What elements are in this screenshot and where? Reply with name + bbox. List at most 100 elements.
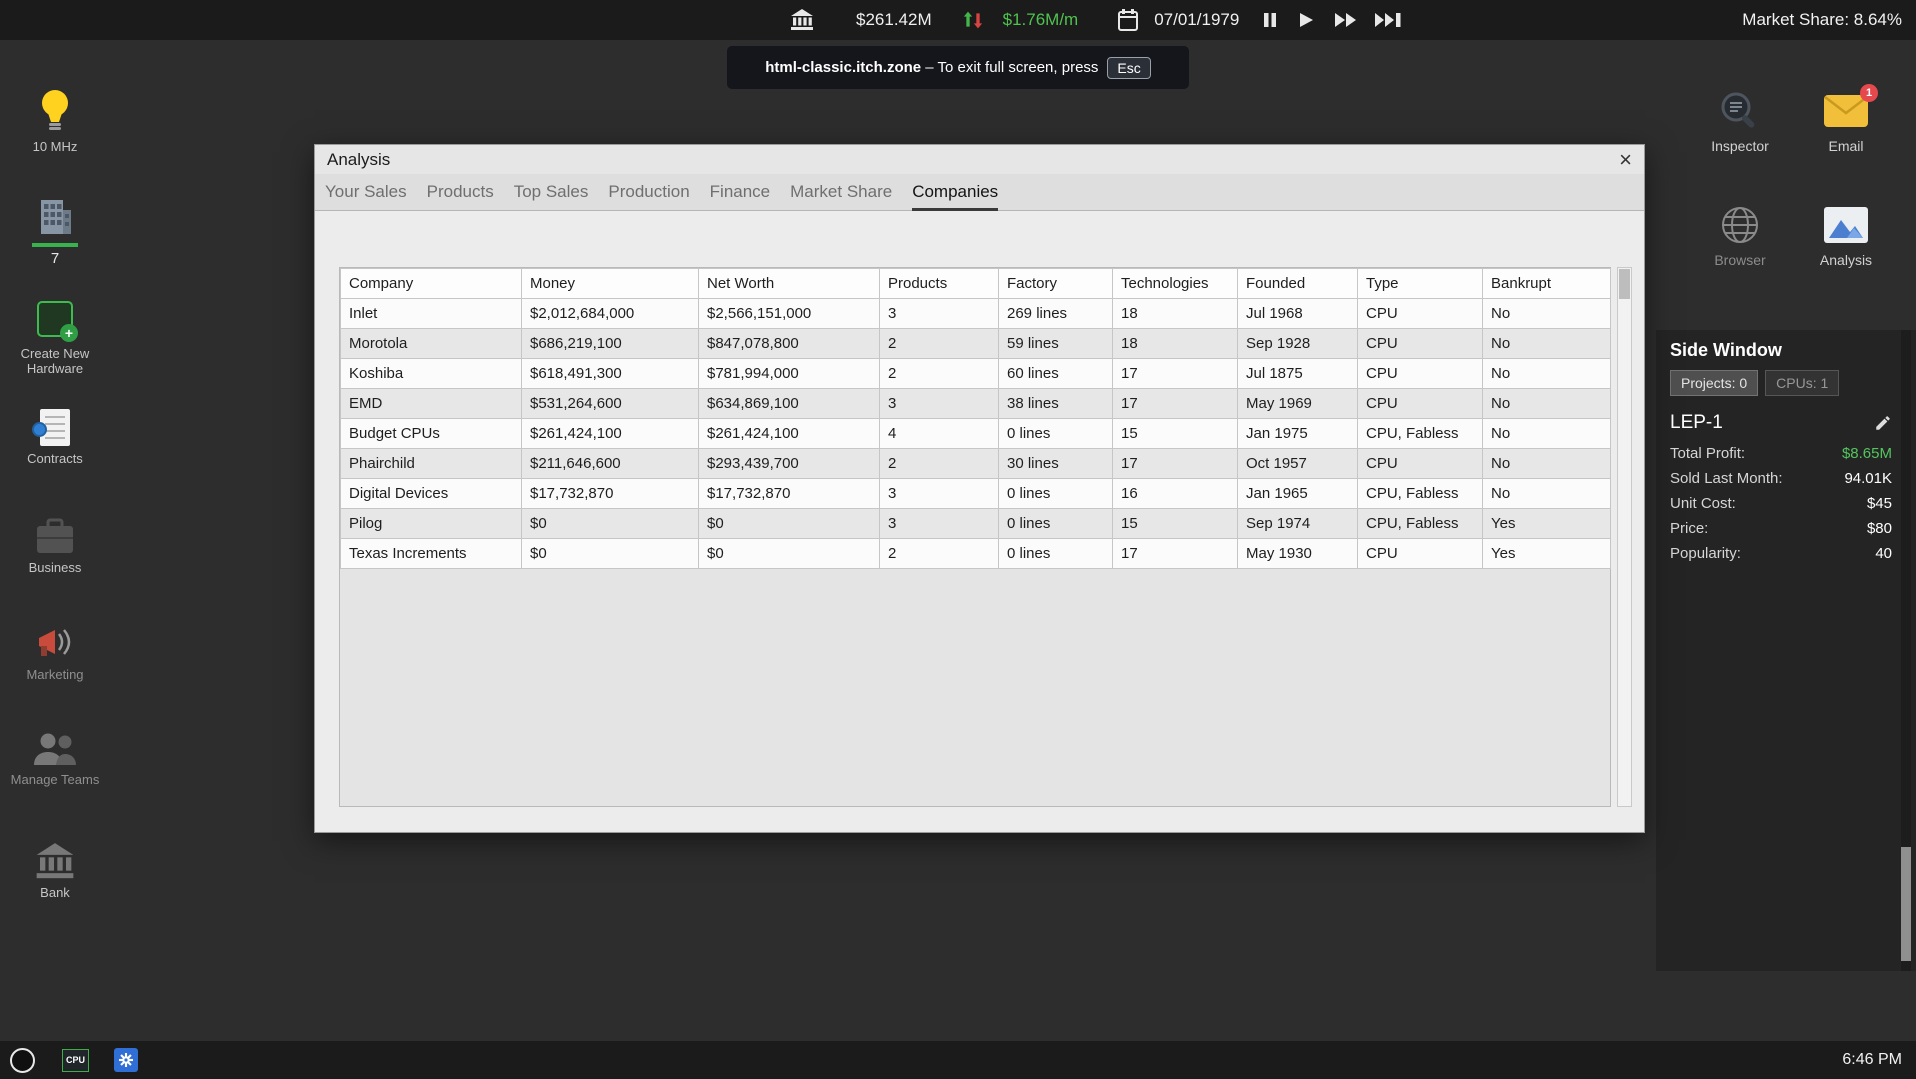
market-share-indicator: Market Share: 8.64% <box>1742 10 1902 29</box>
sidebar-item-label: Marketing <box>26 667 84 682</box>
tab-top-sales[interactable]: Top Sales <box>514 174 589 211</box>
cpus-filter-button[interactable]: CPUs: 1 <box>1765 370 1840 396</box>
stat-value: $80 <box>1866 520 1892 537</box>
bank-building-icon <box>0 843 110 880</box>
taskbar: CPU 6:46 PM <box>0 1041 1916 1079</box>
desktop-icon-browser[interactable]: Browser <box>1692 202 1788 268</box>
taskbar-clock: 6:46 PM <box>1842 1051 1902 1068</box>
edit-pencil-icon[interactable] <box>1874 414 1892 432</box>
desktop-icon-label: Email <box>1828 138 1864 154</box>
table-row: Budget CPUs $261,424,100 $261,424,100 4 0 li… <box>340 418 1611 449</box>
game-screen: $261.42M $1.76M/m 07/01/1979 Market Shar… <box>0 0 1916 1079</box>
taskbar-cpu-icon[interactable]: CPU <box>62 1048 89 1072</box>
sidebar-item-contracts[interactable]: Contracts <box>0 409 110 466</box>
email-envelope-icon: 1 <box>1798 84 1894 134</box>
lightbulb-icon <box>0 88 110 134</box>
column-header: Technologies <box>1112 268 1238 299</box>
stat-row: Popularity: 40 <box>1670 541 1892 566</box>
calendar-icon <box>1118 9 1139 31</box>
stat-value: 94.01K <box>1844 470 1892 487</box>
notice-message: – To exit full screen, press <box>925 59 1099 76</box>
tab-finance[interactable]: Finance <box>710 174 770 211</box>
fast-forward-button[interactable] <box>1334 12 1358 28</box>
top-status-bar: $261.42M $1.76M/m 07/01/1979 Market Shar… <box>0 0 1916 40</box>
column-header: Type <box>1357 268 1483 299</box>
tab-your-sales[interactable]: Your Sales <box>325 174 407 211</box>
game-date: 07/01/1979 <box>1154 10 1240 29</box>
table-row: Digital Devices $17,732,870 $17,732,870 3 0 … <box>340 478 1611 509</box>
window-title: Analysis <box>327 149 391 169</box>
stat-label: Sold Last Month: <box>1670 470 1783 487</box>
taskbar-settings-gear-icon[interactable] <box>114 1048 138 1072</box>
factory-count-label: 7 <box>50 250 60 267</box>
desktop-icon-inspector[interactable]: Inspector <box>1692 88 1788 154</box>
table-row: Inlet $2,012,684,000 $2,566,151,000 3 269 li… <box>340 298 1611 329</box>
new-hardware-icon: + <box>0 301 110 342</box>
side-window-panel: Side Window Projects: 0 CPUs: 1 LEP-1 To… <box>1656 330 1916 971</box>
side-window-scrollbar-thumb[interactable] <box>1901 847 1911 961</box>
income-arrows-icon <box>963 10 983 30</box>
column-header: Company <box>340 268 522 299</box>
briefcase-icon <box>0 518 110 555</box>
table-row: Morotola $686,219,100 $847,078,800 2 59 line… <box>340 328 1611 359</box>
side-window-scrollbar[interactable] <box>1901 330 1911 971</box>
desktop-icon-email[interactable]: 1 Email <box>1798 84 1894 154</box>
sidebar-item-bank[interactable]: Bank <box>0 843 110 900</box>
contracts-badge-icon <box>32 422 47 437</box>
table-row: Phairchild $211,646,600 $293,439,700 2 30 li… <box>340 448 1611 479</box>
email-unread-badge: 1 <box>1860 84 1878 102</box>
sidebar-item-create-new-hardware[interactable]: + Create New Hardware <box>0 301 110 376</box>
pause-button[interactable] <box>1263 12 1277 28</box>
side-window-title: Side Window <box>1670 340 1782 360</box>
stat-row: Sold Last Month: 94.01K <box>1670 466 1892 491</box>
stat-row: Unit Cost: $45 <box>1670 491 1892 516</box>
stat-label: Price: <box>1670 520 1709 537</box>
column-header: Products <box>879 268 999 299</box>
notice-domain: html-classic.itch.zone <box>765 59 922 76</box>
desktop-icon-analysis[interactable]: Analysis <box>1798 202 1894 268</box>
table-row: EMD $531,264,600 $634,869,100 3 38 lines 17 Ma… <box>340 388 1611 419</box>
column-header: Bankrupt <box>1482 268 1611 299</box>
taskbar-menu-icon[interactable] <box>10 1047 35 1073</box>
sidebar-item-marketing[interactable]: Marketing <box>0 626 110 682</box>
sidebar-item-label: 10 MHz <box>32 139 78 154</box>
close-icon[interactable]: × <box>1619 145 1632 174</box>
projects-filter-button[interactable]: Projects: 0 <box>1670 370 1759 396</box>
table-header-row: Company Money Net Worth Products Factory… <box>340 268 1611 299</box>
stat-label: Unit Cost: <box>1670 495 1736 512</box>
stat-row: Price: $80 <box>1670 516 1892 541</box>
people-icon <box>0 731 110 767</box>
stat-value: $8.65M <box>1841 445 1892 462</box>
play-button[interactable] <box>1299 12 1314 28</box>
globe-icon <box>1692 202 1788 248</box>
inspector-magnifier-icon <box>1692 88 1788 134</box>
table-row: Texas Increments $0 $0 2 0 lines 17 May 1930 CP… <box>340 538 1611 569</box>
stat-row: Total Profit: $8.65M <box>1670 441 1892 466</box>
stat-label: Popularity: <box>1670 545 1741 562</box>
tab-market-share[interactable]: Market Share <box>790 174 892 211</box>
tab-products[interactable]: Products <box>427 174 494 211</box>
table-scrollbar[interactable] <box>1617 267 1632 807</box>
sidebar-item-research[interactable]: 10 MHz <box>0 88 110 154</box>
megaphone-icon <box>0 626 110 662</box>
stat-label: Total Profit: <box>1670 445 1746 462</box>
sidebar-item-label: Create New Hardware <box>20 346 90 376</box>
stat-value: 40 <box>1875 545 1892 562</box>
tab-production[interactable]: Production <box>608 174 689 211</box>
plus-badge-icon: + <box>60 324 78 342</box>
column-header: Net Worth <box>698 268 880 299</box>
fullscreen-notice: html-classic.itch.zone – To exit full sc… <box>727 46 1189 89</box>
tab-companies[interactable]: Companies <box>912 174 999 211</box>
analysis-window: Analysis × Your Sales Products Top Sales… <box>314 144 1645 833</box>
sidebar-item-business[interactable]: Business <box>0 518 110 575</box>
contracts-document-icon <box>0 409 110 446</box>
column-header: Founded <box>1237 268 1358 299</box>
table-scrollbar-thumb[interactable] <box>1619 269 1630 299</box>
sidebar-item-factory[interactable]: 7 <box>0 196 110 266</box>
desktop-icon-label: Analysis <box>1819 252 1873 268</box>
factory-icon <box>0 196 110 238</box>
fastest-speed-button[interactable] <box>1374 12 1404 28</box>
esc-key-hint: Esc <box>1107 56 1151 79</box>
stat-value: $45 <box>1866 495 1892 512</box>
sidebar-item-manage-teams[interactable]: Manage Teams <box>0 731 110 787</box>
